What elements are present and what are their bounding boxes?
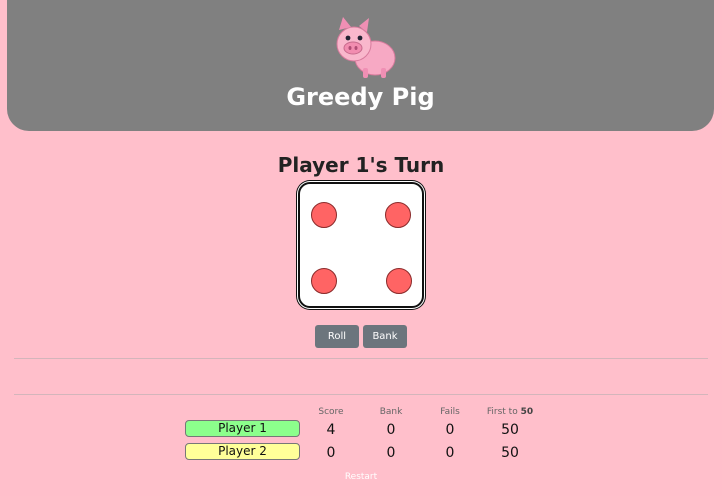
die-pip (311, 268, 337, 294)
first-to-prefix: First to (486, 407, 518, 417)
roll-button[interactable]: Roll (315, 325, 359, 348)
player-1-label: Player 1 (185, 420, 300, 437)
player-2-first-to: 50 (501, 445, 519, 461)
divider (14, 358, 708, 359)
die-pip (311, 202, 337, 228)
player-2-score: 0 (326, 445, 336, 461)
player-2-label: Player 2 (185, 443, 300, 460)
column-header-bank: Bank (379, 407, 403, 417)
bank-button[interactable]: Bank (363, 325, 407, 348)
player-1-first-to: 50 (501, 422, 519, 438)
die-pip (386, 268, 412, 294)
player-2-fails: 0 (445, 445, 455, 461)
player-1-bank: 0 (386, 422, 396, 438)
column-header-score: Score (318, 407, 344, 417)
pig-icon (336, 17, 396, 78)
die-pip (385, 202, 411, 228)
divider (14, 394, 708, 395)
player-1-fails: 0 (445, 422, 455, 438)
die-face[interactable] (298, 182, 424, 308)
player-1-score: 4 (326, 422, 336, 438)
first-to-target: 50 (520, 407, 534, 417)
player-2-bank: 0 (386, 445, 396, 461)
restart-link[interactable]: Restart (0, 472, 722, 482)
turn-indicator: Player 1's Turn (277, 153, 445, 177)
header-banner: Greedy Pig (7, 0, 714, 131)
app-title: Greedy Pig (286, 83, 435, 111)
column-header-first-to: First to 50 (480, 407, 540, 417)
column-header-fails: Fails (440, 407, 460, 417)
